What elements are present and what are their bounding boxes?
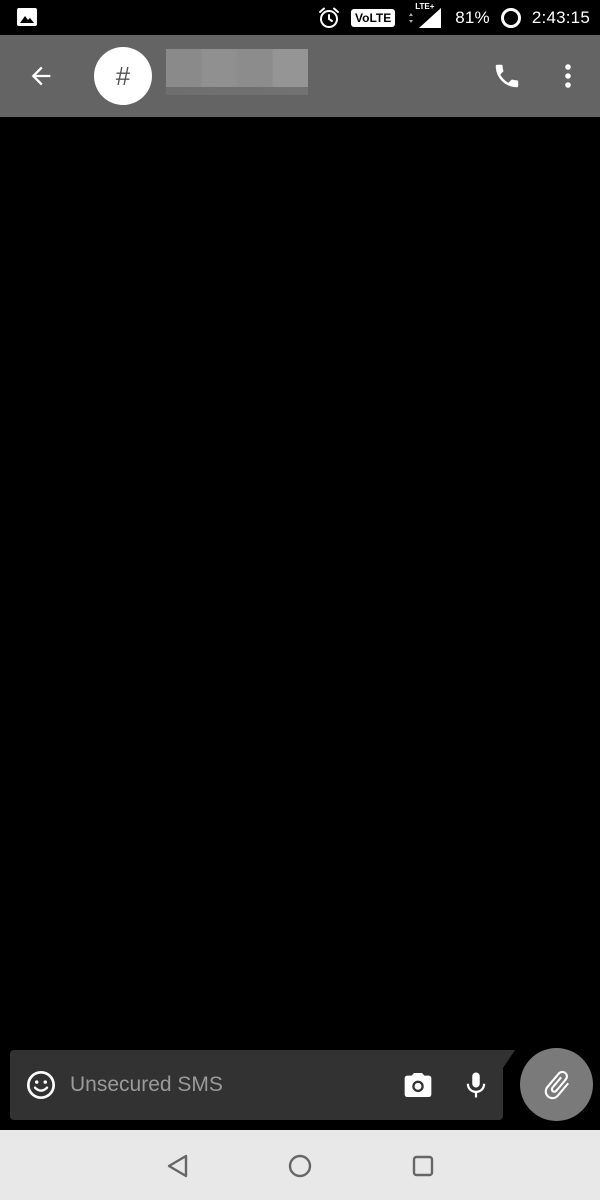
paperclip-icon — [544, 1070, 569, 1099]
nav-recents-button[interactable] — [405, 1148, 441, 1184]
lte-signal: LTE+ — [405, 2, 445, 30]
phone-icon — [495, 64, 519, 88]
back-button[interactable] — [18, 53, 64, 99]
more-vert-icon — [565, 64, 571, 88]
battery-icon — [500, 7, 522, 29]
nav-home-button[interactable] — [282, 1148, 318, 1184]
contact-name[interactable] — [166, 49, 308, 89]
mic-icon — [466, 1072, 486, 1098]
emoji-icon — [27, 1071, 55, 1099]
message-list[interactable] — [0, 117, 600, 1047]
compose-box — [10, 1050, 503, 1120]
contact-avatar[interactable]: # — [94, 47, 152, 105]
emoji-button[interactable] — [24, 1068, 58, 1102]
status-bar: VoLTE LTE+ 81% 2:43:15 — [0, 0, 600, 35]
redacted-name-shadow — [166, 87, 308, 95]
compose-tail — [503, 1050, 515, 1068]
attach-button[interactable] — [520, 1048, 593, 1121]
lte-icon: LTE+ — [415, 1, 435, 11]
message-input[interactable] — [70, 1063, 390, 1107]
redacted-name-block — [166, 49, 308, 89]
nav-recents-icon — [412, 1155, 434, 1177]
nav-back-button[interactable] — [160, 1148, 196, 1184]
battery-level: 81% — [455, 7, 490, 27]
camera-icon — [404, 1073, 432, 1097]
clock: 2:43:15 — [531, 7, 590, 27]
conversation-app-bar: # — [0, 35, 600, 117]
call-button[interactable] — [484, 53, 530, 99]
nav-home-icon — [288, 1154, 312, 1178]
mic-button[interactable] — [456, 1065, 496, 1105]
image-icon — [16, 7, 38, 27]
camera-button[interactable] — [398, 1065, 438, 1105]
alarm-icon — [317, 6, 341, 30]
overflow-menu-button[interactable] — [548, 53, 588, 99]
nav-back-icon — [167, 1154, 188, 1178]
volte-icon: VoLTE — [351, 8, 396, 27]
status-icons: VoLTE LTE+ 81% 2:43:15 — [317, 0, 590, 35]
messaging-screen: VoLTE LTE+ 81% 2:43:15 # — [0, 0, 600, 1200]
system-nav-bar — [0, 1130, 600, 1200]
arrow-back-icon — [31, 66, 51, 86]
